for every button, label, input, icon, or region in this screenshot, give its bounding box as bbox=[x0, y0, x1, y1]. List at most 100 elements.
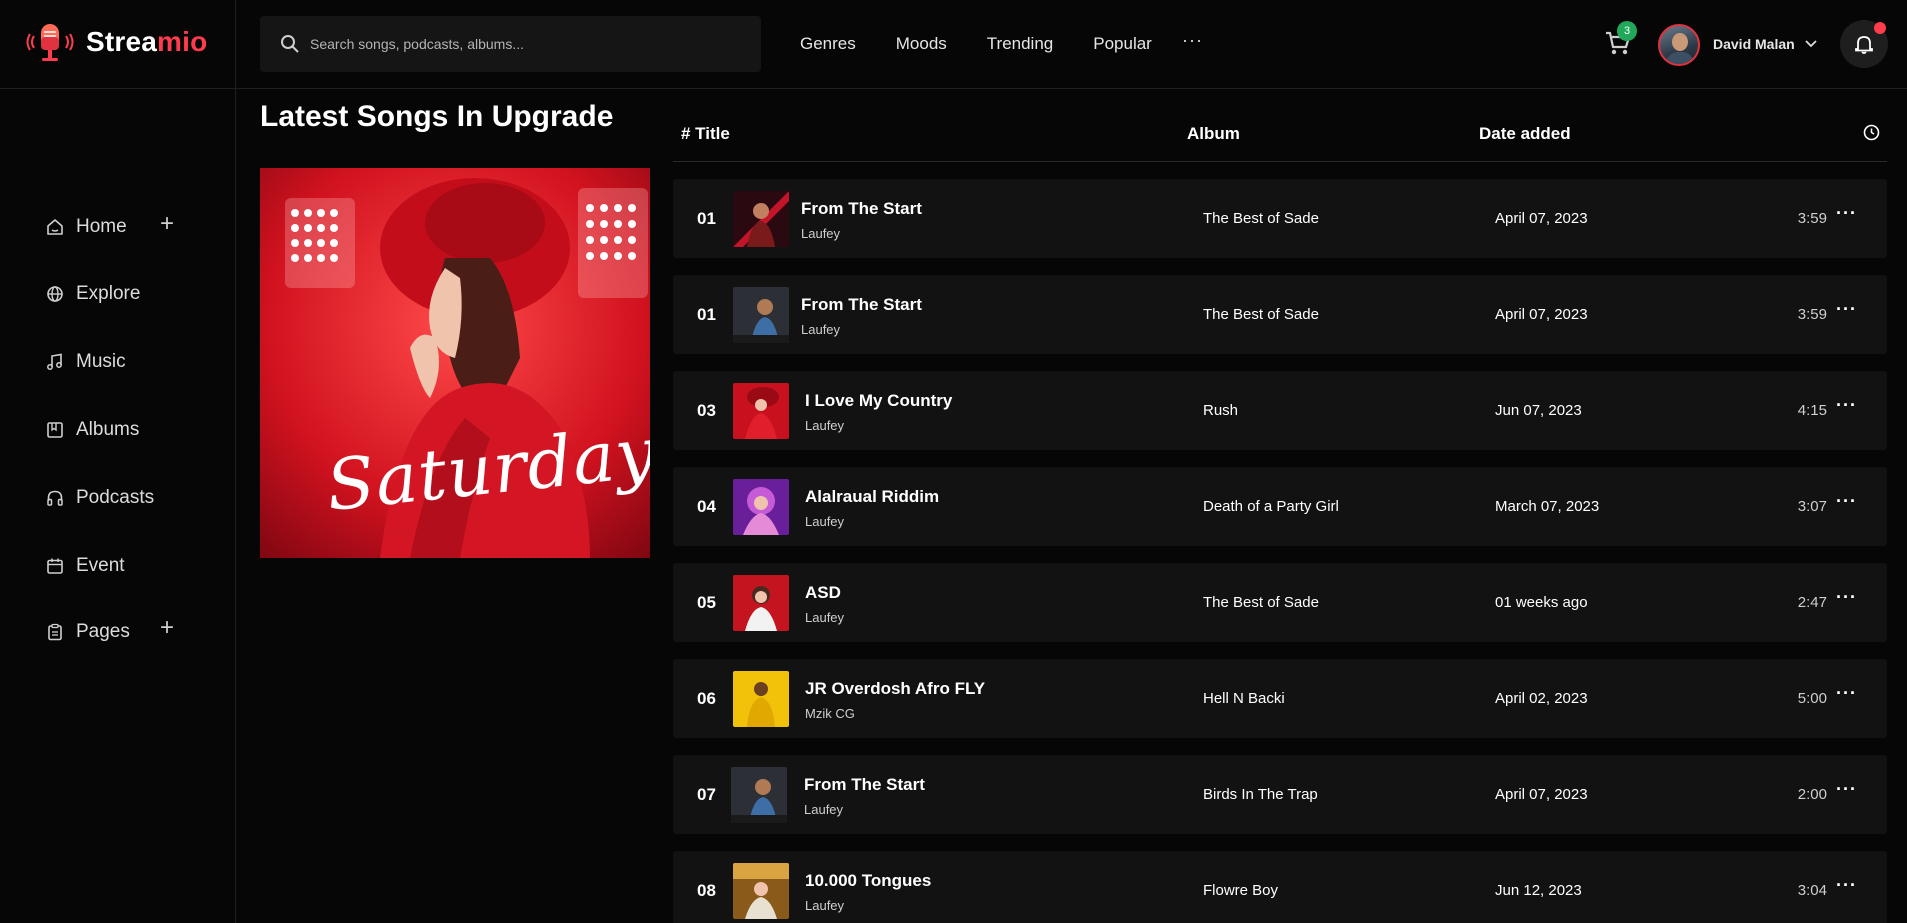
sidebar-item-music[interactable]: Music bbox=[46, 347, 126, 377]
user-name: David Malan bbox=[1713, 36, 1795, 52]
clock-icon bbox=[1863, 124, 1880, 141]
track-artist[interactable]: Laufey bbox=[801, 226, 840, 241]
search-bar[interactable] bbox=[260, 16, 761, 72]
track-thumbnail bbox=[733, 863, 789, 919]
track-title[interactable]: JR Overdosh Afro FLY bbox=[805, 679, 985, 699]
track-artist[interactable]: Laufey bbox=[805, 418, 844, 433]
col-album-header[interactable]: Album bbox=[1187, 124, 1240, 144]
track-title[interactable]: From The Start bbox=[804, 775, 925, 795]
table-row[interactable]: 08 10.000 Tongues Laufey Flowre Boy Jun … bbox=[673, 851, 1887, 923]
row-more-icon[interactable]: ··· bbox=[1836, 587, 1857, 608]
sidebar-item-albums[interactable]: Albums bbox=[46, 415, 139, 445]
track-album[interactable]: The Best of Sade bbox=[1203, 594, 1319, 611]
table-row[interactable]: 05 ASD Laufey The Best of Sade 01 weeks … bbox=[673, 563, 1887, 642]
track-thumbnail bbox=[733, 671, 789, 727]
sidebar-item-label: Music bbox=[76, 351, 126, 372]
track-number: 06 bbox=[697, 689, 716, 708]
row-more-icon[interactable]: ··· bbox=[1836, 491, 1857, 512]
sidebar-item-explore[interactable]: Explore bbox=[46, 279, 140, 309]
brand-logo[interactable]: Streamio bbox=[24, 20, 214, 64]
row-more-icon[interactable]: ··· bbox=[1836, 395, 1857, 416]
row-more-icon[interactable]: ··· bbox=[1836, 299, 1857, 320]
sidebar-item-home[interactable]: Home bbox=[46, 212, 127, 242]
track-thumbnail bbox=[733, 191, 789, 247]
track-date-added: April 07, 2023 bbox=[1495, 210, 1588, 227]
user-menu[interactable]: David Malan bbox=[1713, 36, 1817, 52]
songs-table-header: # Title Album Date added bbox=[673, 120, 1887, 162]
chevron-down-icon bbox=[1805, 40, 1817, 48]
table-row[interactable]: 07 From The Start Laufey Birds In The Tr… bbox=[673, 755, 1887, 834]
featured-cover-image[interactable]: Saturday bbox=[260, 168, 650, 558]
track-duration: 5:00 bbox=[1797, 690, 1827, 707]
sidebar-item-podcasts[interactable]: Podcasts bbox=[46, 483, 154, 513]
sidebar-item-label: Pages bbox=[76, 621, 130, 642]
notification-dot bbox=[1874, 22, 1886, 34]
track-duration: 3:59 bbox=[1797, 210, 1827, 227]
track-album[interactable]: Hell N Backi bbox=[1203, 690, 1285, 707]
track-duration: 3:07 bbox=[1797, 498, 1827, 515]
nav-popular[interactable]: Popular bbox=[1093, 34, 1152, 54]
nav-more-icon[interactable]: ··· bbox=[1182, 30, 1203, 51]
table-row[interactable]: 01 From The Start Laufey The Best of Sad… bbox=[673, 179, 1887, 258]
track-title[interactable]: From The Start bbox=[801, 295, 922, 315]
home-icon bbox=[47, 219, 63, 235]
microphone-logo-icon bbox=[24, 20, 76, 64]
bell-icon bbox=[1855, 36, 1873, 54]
nav-trending[interactable]: Trending bbox=[987, 34, 1053, 54]
track-title[interactable]: I Love My Country bbox=[805, 391, 952, 411]
brand-name: Streamio bbox=[86, 26, 208, 57]
track-title[interactable]: From The Start bbox=[801, 199, 922, 219]
track-date-added: Jun 12, 2023 bbox=[1495, 882, 1582, 899]
track-artist[interactable]: Laufey bbox=[801, 322, 840, 337]
sidebar-item-event[interactable]: Event bbox=[46, 551, 125, 581]
nav-moods[interactable]: Moods bbox=[896, 34, 947, 54]
track-album[interactable]: The Best of Sade bbox=[1203, 306, 1319, 323]
table-row[interactable]: 06 JR Overdosh Afro FLY Mzik CG Hell N B… bbox=[673, 659, 1887, 738]
track-album[interactable]: Flowre Boy bbox=[1203, 882, 1278, 899]
track-date-added: April 02, 2023 bbox=[1495, 690, 1588, 707]
row-more-icon[interactable]: ··· bbox=[1836, 875, 1857, 896]
track-artist[interactable]: Laufey bbox=[805, 898, 844, 913]
row-more-icon[interactable]: ··· bbox=[1836, 683, 1857, 704]
track-thumbnail bbox=[733, 575, 789, 631]
globe-icon bbox=[47, 286, 63, 302]
track-artist[interactable]: Mzik CG bbox=[805, 706, 855, 721]
track-artist[interactable]: Laufey bbox=[805, 610, 844, 625]
table-row[interactable]: 03 I Love My Country Laufey Rush Jun 07,… bbox=[673, 371, 1887, 450]
track-number: 01 bbox=[697, 209, 716, 228]
sidebar-item-pages[interactable]: Pages bbox=[46, 617, 130, 647]
row-more-icon[interactable]: ··· bbox=[1836, 203, 1857, 224]
track-title[interactable]: ASD bbox=[805, 583, 841, 603]
avatar[interactable] bbox=[1658, 24, 1700, 66]
table-row[interactable]: 01 From The Start Laufey The Best of Sad… bbox=[673, 275, 1887, 354]
pages-expand-plus-icon[interactable]: + bbox=[160, 614, 174, 642]
track-artist[interactable]: Laufey bbox=[804, 802, 843, 817]
nav-genres[interactable]: Genres bbox=[800, 34, 856, 54]
track-date-added: Jun 07, 2023 bbox=[1495, 402, 1582, 419]
track-album[interactable]: Rush bbox=[1203, 402, 1238, 419]
track-thumbnail bbox=[733, 479, 789, 535]
top-nav: Genres Moods Trending Popular bbox=[800, 34, 1152, 54]
row-more-icon[interactable]: ··· bbox=[1836, 779, 1857, 800]
table-row[interactable]: 04 Alalraual Riddim Laufey Death of a Pa… bbox=[673, 467, 1887, 546]
calendar-icon bbox=[47, 558, 63, 574]
track-album[interactable]: The Best of Sade bbox=[1203, 210, 1319, 227]
sidebar-divider bbox=[235, 0, 236, 923]
track-title[interactable]: 10.000 Tongues bbox=[805, 871, 931, 891]
col-date-header[interactable]: Date added bbox=[1479, 124, 1571, 144]
track-artist[interactable]: Laufey bbox=[805, 514, 844, 529]
track-title[interactable]: Alalraual Riddim bbox=[805, 487, 939, 507]
track-thumbnail bbox=[731, 767, 787, 823]
track-date-added: April 07, 2023 bbox=[1495, 786, 1588, 803]
headphones-icon bbox=[47, 490, 63, 506]
col-title-header[interactable]: # Title bbox=[681, 124, 730, 144]
search-input[interactable] bbox=[310, 36, 730, 52]
home-expand-plus-icon[interactable]: + bbox=[160, 210, 174, 238]
track-album[interactable]: Birds In The Trap bbox=[1203, 786, 1318, 803]
cart-count-badge: 3 bbox=[1617, 21, 1637, 41]
sidebar-item-label: Event bbox=[76, 555, 125, 576]
track-album[interactable]: Death of a Party Girl bbox=[1203, 498, 1339, 515]
track-duration: 4:15 bbox=[1797, 402, 1827, 419]
track-date-added: April 07, 2023 bbox=[1495, 306, 1588, 323]
album-icon bbox=[47, 422, 63, 438]
